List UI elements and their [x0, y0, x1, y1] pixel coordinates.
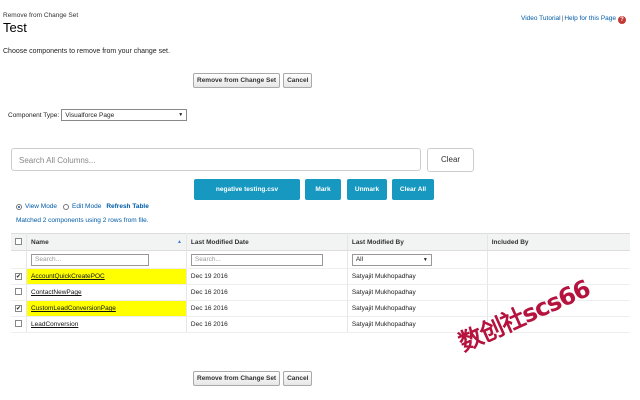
modified-by-cell: Satyajit Mukhopadhay	[347, 284, 488, 301]
name-cell: LeadConversion	[26, 316, 187, 333]
modified-by-filter-select[interactable]: All ▼	[351, 253, 432, 266]
component-type-value: Visualforce Page	[65, 111, 115, 119]
modified-by-filter-value: All	[355, 256, 364, 263]
edit-mode-label[interactable]: Edit Mode	[72, 203, 101, 210]
select-all-checkbox[interactable]	[15, 237, 22, 245]
date-cell: Dec 19 2016	[186, 268, 348, 285]
row-checkbox-cell: ✔	[11, 300, 27, 317]
date-filter-cell: Search...	[186, 250, 348, 269]
help-icon[interactable]: ?	[618, 16, 626, 24]
component-name-link[interactable]: CustomLeadConversionPage	[31, 305, 116, 312]
table-row[interactable]: ✔ AccountQuickCreatePOC Dec 19 2016 Satyaji…	[11, 268, 630, 285]
component-type-row: Component Type: Visualforce Page ▼	[8, 109, 188, 121]
edit-mode-radio[interactable]	[63, 203, 70, 210]
search-all-columns-input[interactable]: Search All Columns...	[11, 148, 421, 171]
sort-ascending-icon: ▲	[176, 238, 182, 245]
modified-by-cell: Satyajit Mukhopadhay	[347, 300, 488, 317]
csv-file-button[interactable]: negative testing.csv	[194, 179, 300, 200]
row-checkbox-cell: ✔	[11, 268, 27, 285]
name-column-header[interactable]: Name ▲	[26, 233, 187, 251]
help-for-page-link[interactable]: Help for this Page	[564, 15, 616, 22]
component-name-link[interactable]: LeadConversion	[31, 321, 78, 328]
cancel-button-bottom[interactable]: Cancel	[283, 371, 313, 386]
name-cell: ContactNewPage	[26, 284, 187, 301]
included-by-header[interactable]: Included By	[487, 233, 630, 251]
component-type-label: Component Type:	[8, 111, 60, 119]
mark-button[interactable]: Mark	[305, 179, 341, 200]
by-filter-cell: All ▼	[347, 250, 488, 269]
included-filter-cell	[487, 250, 630, 269]
row-checkbox[interactable]	[15, 288, 22, 295]
name-cell: CustomLeadConversionPage	[26, 300, 187, 317]
component-name-link[interactable]: ContactNewPage	[31, 289, 82, 296]
last-modified-by-header[interactable]: Last Modified By	[347, 233, 488, 251]
top-button-group: Remove from Change Set Cancel	[193, 73, 313, 88]
remove-from-change-set-button-bottom[interactable]: Remove from Change Set	[193, 371, 281, 386]
mode-selector: View Mode Edit Mode Refresh Table	[16, 203, 149, 210]
dropdown-arrow-icon: ▼	[178, 112, 184, 118]
component-type-select[interactable]: Visualforce Page ▼	[61, 109, 188, 121]
video-tutorial-link[interactable]: Video Tutorial	[521, 15, 561, 22]
table-header-row: Name ▲ Last Modified Date Last Modified B…	[11, 233, 630, 251]
date-cell: Dec 16 2016	[186, 316, 348, 333]
matched-status-text: Matched 2 components using 2 rows from f…	[16, 217, 149, 224]
dropdown-arrow-icon: ▼	[422, 256, 428, 263]
select-all-cell	[11, 233, 27, 251]
row-checkbox[interactable]: ✔	[15, 305, 22, 312]
page-title: Test	[3, 20, 27, 35]
date-cell: Dec 16 2016	[186, 300, 348, 317]
help-links: Video Tutorial|Help for this Page?	[521, 15, 626, 24]
refresh-table-link[interactable]: Refresh Table	[106, 203, 149, 210]
cancel-button[interactable]: Cancel	[283, 73, 313, 88]
bottom-button-group: Remove from Change Set Cancel	[193, 371, 313, 386]
remove-from-change-set-button[interactable]: Remove from Change Set	[193, 73, 281, 88]
instructions-text: Choose components to remove from your ch…	[3, 48, 170, 55]
filter-empty-cell	[11, 250, 27, 269]
row-checkbox[interactable]	[15, 320, 22, 327]
name-header-label: Name	[31, 238, 49, 246]
view-mode-label[interactable]: View Mode	[25, 203, 57, 210]
name-filter-cell: Search...	[26, 250, 187, 269]
component-name-link[interactable]: AccountQuickCreatePOC	[31, 273, 105, 280]
name-cell: AccountQuickCreatePOC	[26, 268, 187, 285]
clear-all-button[interactable]: Clear All	[392, 179, 434, 200]
filter-row: Search... Search... All ▼	[11, 250, 630, 269]
clear-search-button[interactable]: Clear	[427, 148, 474, 172]
unmark-button[interactable]: Unmark	[347, 179, 387, 200]
row-checkbox-cell	[11, 316, 27, 333]
modified-by-cell: Satyajit Mukhopadhay	[347, 268, 488, 285]
view-mode-radio[interactable]	[16, 203, 22, 210]
date-filter-input[interactable]: Search...	[190, 253, 323, 266]
name-filter-input[interactable]: Search...	[31, 253, 149, 266]
last-modified-date-header[interactable]: Last Modified Date	[186, 233, 348, 251]
row-checkbox-cell	[11, 284, 27, 301]
page-subtitle: Remove from Change Set	[3, 12, 79, 19]
date-cell: Dec 16 2016	[186, 284, 348, 301]
row-checkbox[interactable]: ✔	[15, 273, 22, 280]
